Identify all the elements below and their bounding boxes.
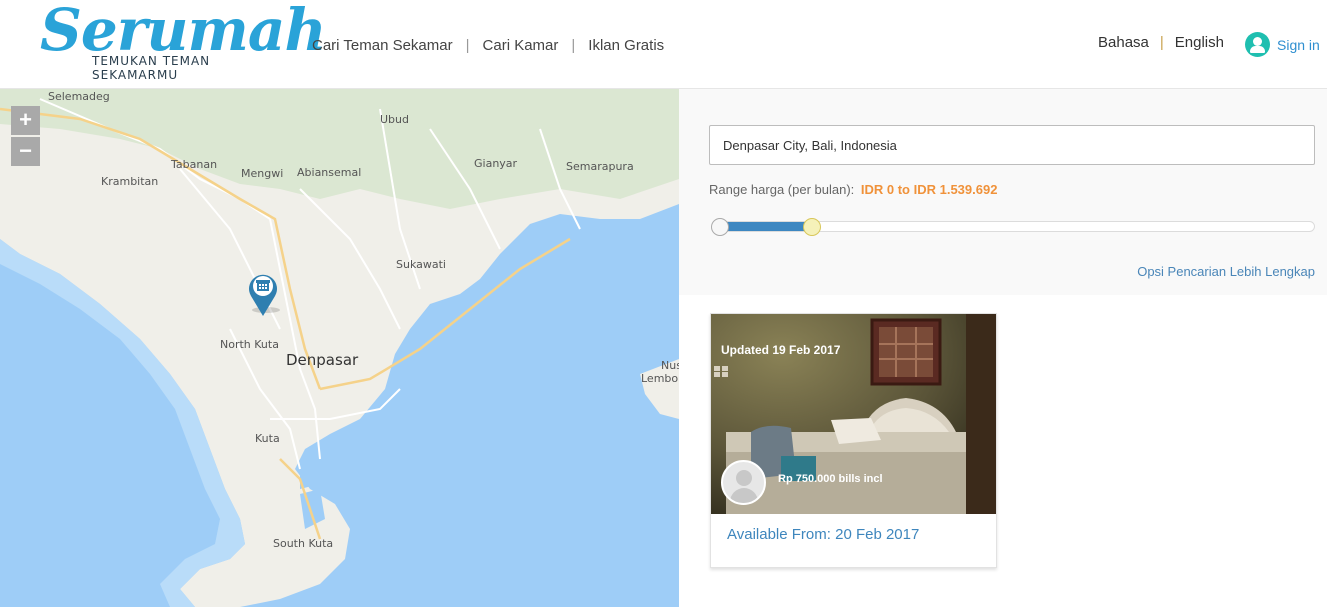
owner-avatar — [721, 460, 766, 505]
top-header: Serumah TEMUKAN TEMAN SEKAMARMU Cari Tem… — [0, 0, 1327, 89]
map-label-nusa: Nus — [661, 359, 679, 372]
main-nav: Cari Teman Sekamar | Cari Kamar | Iklan … — [312, 37, 664, 54]
serumah-logo[interactable]: Serumah TEMUKAN TEMAN SEKAMARMU — [40, 0, 327, 82]
nav-item-iklan-gratis[interactable]: Iklan Gratis — [588, 37, 664, 54]
logo-tagline: TEMUKAN TEMAN SEKAMARMU — [92, 54, 211, 82]
map-label-south-kuta: South Kuta — [273, 537, 334, 550]
map-label-tabanan: Tabanan — [171, 158, 218, 171]
user-icon — [1245, 32, 1270, 57]
zoom-out-button[interactable]: − — [11, 137, 40, 166]
sign-in-button[interactable]: Sign in — [1245, 32, 1320, 57]
listing-card[interactable]: Updated 19 Feb 2017 Rp 750.000 bills inc… — [710, 313, 997, 568]
map-label-kuta: Kuta — [255, 432, 280, 445]
sign-in-label: Sign in — [1277, 36, 1320, 53]
language-separator: | — [1159, 34, 1164, 51]
nav-item-cari-teman-sekamar[interactable]: Cari Teman Sekamar — [312, 37, 453, 54]
nav-separator: | — [571, 37, 576, 54]
map-label-gianyar: Gianyar — [474, 157, 518, 170]
map-label-sukawati: Sukawati — [396, 258, 446, 271]
map-label-denpasar: Denpasar — [286, 351, 359, 369]
price-range-fill — [720, 222, 813, 231]
listing-available-from: Available From: 20 Feb 2017 — [727, 526, 920, 543]
map-view[interactable]: Selemadeg Ubud Tabanan Mengwi Abiansemal… — [0, 89, 679, 607]
map-label-lembongan: Lembo — [641, 372, 679, 385]
slider-max-handle[interactable] — [803, 218, 822, 236]
language-switcher: Bahasa | English — [1098, 34, 1224, 51]
map-label-krambitan: Krambitan — [101, 175, 159, 188]
map-label-abiansemal: Abiansemal — [297, 166, 362, 179]
language-english[interactable]: English — [1175, 34, 1224, 51]
search-panel: Range harga (per bulan): IDR 0 to IDR 1.… — [679, 89, 1327, 295]
listing-price: Rp 750.000 bills incl — [778, 473, 883, 485]
price-range-caption: Range harga (per bulan): — [709, 182, 855, 197]
slider-min-handle[interactable] — [711, 218, 729, 236]
nav-separator: | — [465, 37, 470, 54]
price-range-label: Range harga (per bulan): IDR 0 to IDR 1.… — [709, 182, 997, 197]
building-marker-icon[interactable] — [246, 270, 280, 318]
location-search-input[interactable] — [709, 125, 1315, 165]
price-range-value: IDR 0 to IDR 1.539.692 — [860, 182, 998, 197]
listing-updated-date: Updated 19 Feb 2017 — [721, 343, 841, 357]
listing-photo: Updated 19 Feb 2017 Rp 750.000 bills inc… — [711, 314, 996, 514]
zoom-in-button[interactable]: + — [11, 106, 40, 135]
advanced-search-link[interactable]: Opsi Pencarian Lebih Lengkap — [1137, 264, 1315, 279]
map-label-ubud: Ubud — [380, 113, 409, 126]
language-bahasa[interactable]: Bahasa — [1098, 34, 1149, 51]
nav-item-cari-kamar[interactable]: Cari Kamar — [483, 37, 559, 54]
map-label-semarapura: Semarapura — [566, 160, 634, 173]
map-label-north-kuta: North Kuta — [220, 338, 279, 351]
map-label-selemadeg: Selemadeg — [48, 90, 110, 103]
bay-area — [300, 449, 345, 489]
map-label-mengwi: Mengwi — [241, 167, 284, 180]
